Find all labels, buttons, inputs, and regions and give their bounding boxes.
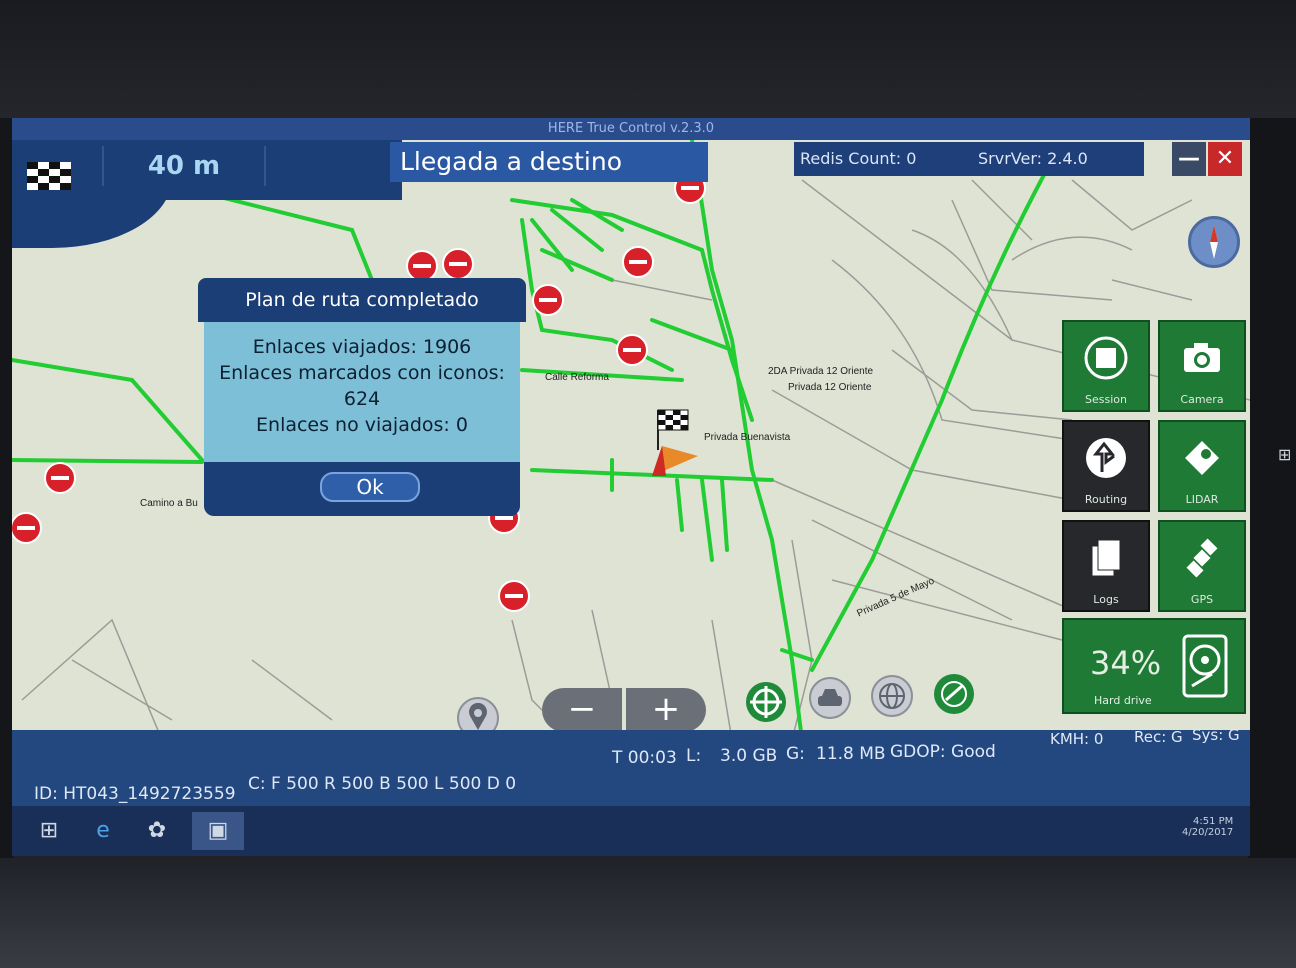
dialog-line: Enlaces marcados con iconos: [219,362,505,384]
dialog-line: 624 [343,388,381,410]
compass-icon[interactable] [1188,216,1240,268]
logs-icon [1091,539,1121,577]
system-status: Sys: G [1192,726,1240,744]
crosshair-icon[interactable] [744,680,788,724]
ok-button[interactable]: Ok [320,472,420,502]
map-label: 2DA Privada 12 Oriente [768,366,874,377]
tile-label: Session [1085,393,1127,406]
checkered-flag-icon[interactable] [18,152,80,200]
car-icon[interactable] [808,676,852,720]
map-label: Privada 12 Oriente [788,382,872,393]
gps-size-value: 11.8 MB [816,744,886,764]
window-title: HERE True Control v.2.3.0 [12,118,1250,140]
drive-id: ID: HT043_1492723559 [34,784,236,804]
gps-size-label: G: [786,744,805,764]
tile-label: Logs [1093,593,1119,606]
dialog-title: Plan de ruta completado [198,278,526,322]
hard-drive-tile[interactable]: 34% Hard drive [1062,618,1246,714]
clock-date: 4/20/2017 [1182,827,1234,838]
true-control-app-icon[interactable]: ▣ [192,812,244,850]
gps-satellite-icon [1186,538,1218,578]
destination-flag-icon [652,409,698,476]
lidar-tile[interactable]: LIDAR [1158,420,1246,512]
distance-to-destination: 40 m [102,146,266,186]
app-screen: HERE True Control v.2.3.0 Calle Reforma … [12,118,1250,856]
globe-icon[interactable] [870,674,914,718]
routing-icon [1086,438,1126,478]
hard-drive-icon [1182,634,1228,698]
dialog-body: Enlaces viajados: 1906 Enlaces marcados … [204,322,520,466]
dialog-footer: Ok [204,462,520,516]
camera-tile[interactable]: Camera [1158,320,1246,412]
record-status: Rec: G [1134,728,1183,746]
route-complete-dialog: Plan de ruta completado Enlaces viajados… [198,278,526,518]
ie-icon[interactable]: e [84,812,122,850]
zoom-in-icon[interactable]: + [626,688,706,732]
tile-label: Routing [1084,493,1128,506]
close-icon[interactable]: ✕ [1208,142,1242,176]
server-info-panel: Redis Count: 0 SrvrVer: 2.4.0 [794,142,1144,176]
server-version: SrvrVer: 2.4.0 [978,149,1088,168]
dialog-line: Enlaces viajados: 1906 [252,336,472,358]
tile-label: Camera [1180,393,1224,406]
windows-taskbar: ⊞ e ✿ ▣ 4:51 PM 4/20/2017 [12,806,1250,856]
clock-time: 4:51 PM [1192,816,1234,827]
system-clock[interactable]: 4:51 PM 4/20/2017 [1182,816,1233,838]
dialog-line: Enlaces no viajados: 0 [256,414,468,436]
map-label: Camino a Bu [140,498,198,509]
gps-tile[interactable]: GPS [1158,520,1246,612]
hard-drive-label: Hard drive [1094,694,1152,707]
windows-start-icon[interactable]: ⊞ [30,812,68,850]
tile-label: GPS [1190,593,1214,606]
redis-count: Redis Count: 0 [800,149,917,168]
counts-summary: C: F 500 R 500 B 500 L 500 D 0 [248,774,517,794]
satellite-view-icon[interactable] [932,672,976,716]
window-controls: — ✕ [1172,142,1242,176]
destination-status: Llegada a destino [390,142,708,182]
minimize-icon[interactable]: — [1172,142,1206,176]
speed-kmh: KMH: 0 [1050,730,1104,748]
lidar-size-label: L: [686,746,702,766]
logs-tile[interactable]: Logs [1062,520,1150,612]
device-bezel-right [1248,118,1296,858]
gdop-status: GDOP: Good [890,742,996,762]
routing-tile[interactable]: Routing [1062,420,1150,512]
app-pinned-icon[interactable]: ✿ [138,812,176,850]
zoom-out-icon[interactable]: − [542,688,622,732]
hard-drive-percent: 34% [1090,644,1162,682]
session-stop-icon [1084,336,1128,380]
lidar-size-value: 3.0 GB [720,746,778,766]
session-tile[interactable]: Session [1062,320,1150,412]
elapsed-time: T 00:03 [612,748,677,768]
lidar-icon [1185,441,1219,475]
map-label: Privada Buenavista [704,432,791,443]
tile-label: LIDAR [1185,493,1219,506]
device-bezel-bottom [0,850,1296,968]
camera-icon [1184,343,1220,372]
map-label: Calle Reforma [545,372,609,383]
device-bezel-top [0,0,1296,118]
windows-hardware-button-icon[interactable]: ⊞ [1278,445,1296,464]
